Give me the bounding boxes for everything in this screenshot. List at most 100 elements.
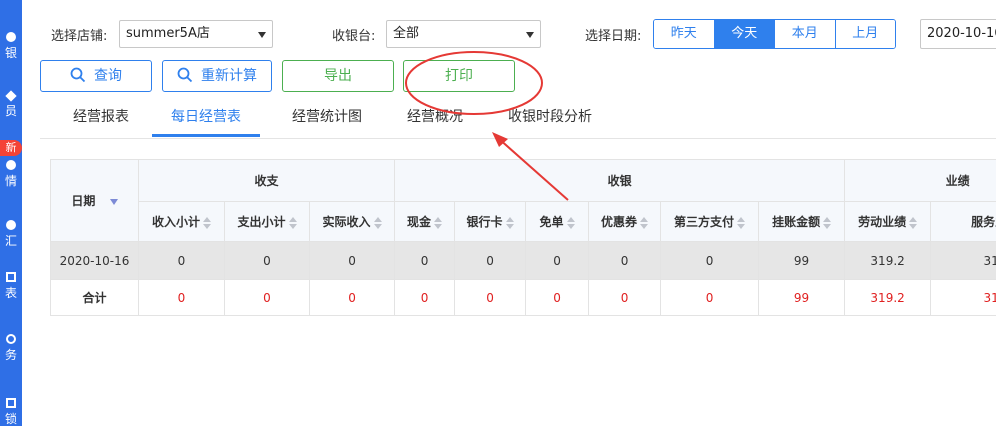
sidebar-item-3[interactable]: 汇 — [0, 220, 22, 249]
sidebar-item-label: 员 — [5, 104, 17, 118]
sort-icon[interactable] — [909, 217, 917, 229]
date-label: 选择日期: — [585, 25, 641, 44]
table-cell: 0 — [395, 242, 455, 280]
column-header-label: 挂账金额 — [772, 215, 820, 229]
column-header-label: 银行卡 — [467, 215, 503, 229]
sidebar-item-6[interactable]: 锁 — [0, 398, 22, 427]
tab-business-report[interactable]: 经营报表 — [56, 99, 146, 137]
table-cell: 0 — [661, 242, 759, 280]
column-header-label: 劳动业绩 — [858, 215, 906, 229]
total-cell: 0 — [139, 280, 225, 316]
total-cell: 0 — [310, 280, 395, 316]
sidebar: 银 员 新 情 汇 表 务 锁 — [0, 0, 22, 426]
sort-icon[interactable] — [434, 217, 442, 229]
sidebar-item-0[interactable]: 银 — [0, 32, 22, 61]
diamond-icon — [5, 90, 16, 101]
tab-daily-report[interactable]: 每日经营表 — [152, 99, 260, 137]
table-cell: 319.2 — [845, 242, 931, 280]
sort-icon[interactable] — [506, 217, 514, 229]
date-option-this-month[interactable]: 本月 — [775, 20, 836, 48]
tab-overview[interactable]: 经营概况 — [390, 99, 480, 137]
column-header[interactable]: 挂账金额 — [759, 202, 845, 242]
sort-icon[interactable] — [823, 217, 831, 229]
column-header[interactable]: 实际收入 — [310, 202, 395, 242]
column-header-label: 收入小计 — [152, 215, 200, 229]
filter-icon[interactable] — [110, 199, 118, 205]
search-icon — [177, 67, 193, 83]
column-header[interactable]: 劳动业绩 — [845, 202, 931, 242]
total-cell: 0 — [661, 280, 759, 316]
column-header-label: 第三方支付 — [674, 215, 734, 229]
sidebar-item-label: 务 — [5, 348, 17, 362]
store-select[interactable]: summer5A店 — [119, 20, 273, 48]
total-cell: 0 — [225, 280, 310, 316]
sort-icon[interactable] — [567, 217, 575, 229]
sidebar-item-5[interactable]: 务 — [0, 334, 22, 363]
store-select-value: summer5A店 — [126, 26, 210, 41]
table-cell: 0 — [310, 242, 395, 280]
column-header-label: 支出小计 — [237, 215, 285, 229]
table-cell: 0 — [225, 242, 310, 280]
total-cell: 0 — [526, 280, 589, 316]
column-header[interactable]: 银行卡 — [455, 202, 526, 242]
total-cell: 319.2 — [845, 280, 931, 316]
column-header-label: 现金 — [407, 215, 431, 229]
total-cell: 99 — [759, 280, 845, 316]
query-button[interactable]: 查询 — [40, 60, 152, 92]
cell-date: 2020-10-16 — [51, 242, 139, 280]
register-select[interactable]: 全部 — [386, 20, 541, 48]
column-header[interactable]: 优惠券 — [589, 202, 661, 242]
date-input[interactable]: 2020-10-16 — [920, 19, 996, 49]
total-row: 合计 0 0 0 0 0 0 0 0 99 319.2 319.2 — [51, 280, 996, 316]
sort-icon[interactable] — [203, 217, 211, 229]
date-header[interactable]: 日期 — [51, 160, 139, 242]
column-header[interactable]: 现金 — [395, 202, 455, 242]
column-header[interactable]: 支出小计 — [225, 202, 310, 242]
new-badge: 新 — [0, 140, 22, 156]
box-icon — [6, 272, 16, 282]
total-cell: 0 — [589, 280, 661, 316]
circle-icon — [6, 220, 16, 230]
group-header-income-expense: 收支 — [139, 160, 395, 202]
sort-icon[interactable] — [640, 217, 648, 229]
sidebar-item-label: 锁 — [5, 412, 17, 426]
register-label: 收银台: — [332, 25, 375, 44]
query-button-label: 查询 — [94, 68, 122, 84]
column-header[interactable]: 第三方支付 — [661, 202, 759, 242]
total-cell: 319.2 — [931, 280, 996, 316]
sidebar-item-2[interactable]: 情 — [0, 160, 22, 189]
group-header-performance: 业绩 — [845, 160, 996, 202]
recalculate-button-label: 重新计算 — [201, 68, 257, 84]
recalculate-button[interactable]: 重新计算 — [162, 60, 272, 92]
circle-icon — [6, 160, 16, 170]
column-header[interactable]: 免单 — [526, 202, 589, 242]
date-option-last-month[interactable]: 上月 — [836, 20, 896, 48]
sidebar-item-1[interactable]: 员 — [0, 92, 22, 119]
sidebar-item-4[interactable]: 表 — [0, 272, 22, 301]
tab-statistics-chart[interactable]: 经营统计图 — [276, 99, 378, 137]
sidebar-item-label: 银 — [5, 46, 17, 60]
table-cell: 319.2 — [931, 242, 996, 280]
table-cell: 0 — [139, 242, 225, 280]
tab-time-analysis[interactable]: 收银时段分析 — [492, 99, 608, 137]
export-button[interactable]: 导出 — [282, 60, 394, 92]
search-icon — [70, 67, 86, 83]
sort-icon[interactable] — [374, 217, 382, 229]
column-header[interactable]: 收入小计 — [139, 202, 225, 242]
group-header-cashier: 收银 — [395, 160, 845, 202]
box-icon — [6, 398, 16, 408]
report-tabs: 经营报表 每日经营表 经营统计图 经营概况 收银时段分析 — [40, 99, 996, 139]
date-header-label: 日期 — [71, 194, 95, 208]
column-header[interactable]: 服务业绩 — [931, 202, 996, 242]
sort-icon[interactable] — [737, 217, 745, 229]
date-option-yesterday[interactable]: 昨天 — [654, 20, 715, 48]
column-header-label: 服务业绩 — [971, 215, 996, 229]
date-option-today[interactable]: 今天 — [715, 20, 776, 48]
print-button[interactable]: 打印 — [403, 60, 515, 92]
column-header-label: 实际收入 — [323, 215, 371, 229]
sidebar-item-label: 情 — [5, 174, 17, 188]
sort-icon[interactable] — [289, 217, 297, 229]
table-row[interactable]: 2020-10-16 0 0 0 0 0 0 0 0 99 319.2 319.… — [51, 242, 996, 280]
store-label: 选择店铺: — [51, 25, 107, 44]
total-cell: 0 — [395, 280, 455, 316]
